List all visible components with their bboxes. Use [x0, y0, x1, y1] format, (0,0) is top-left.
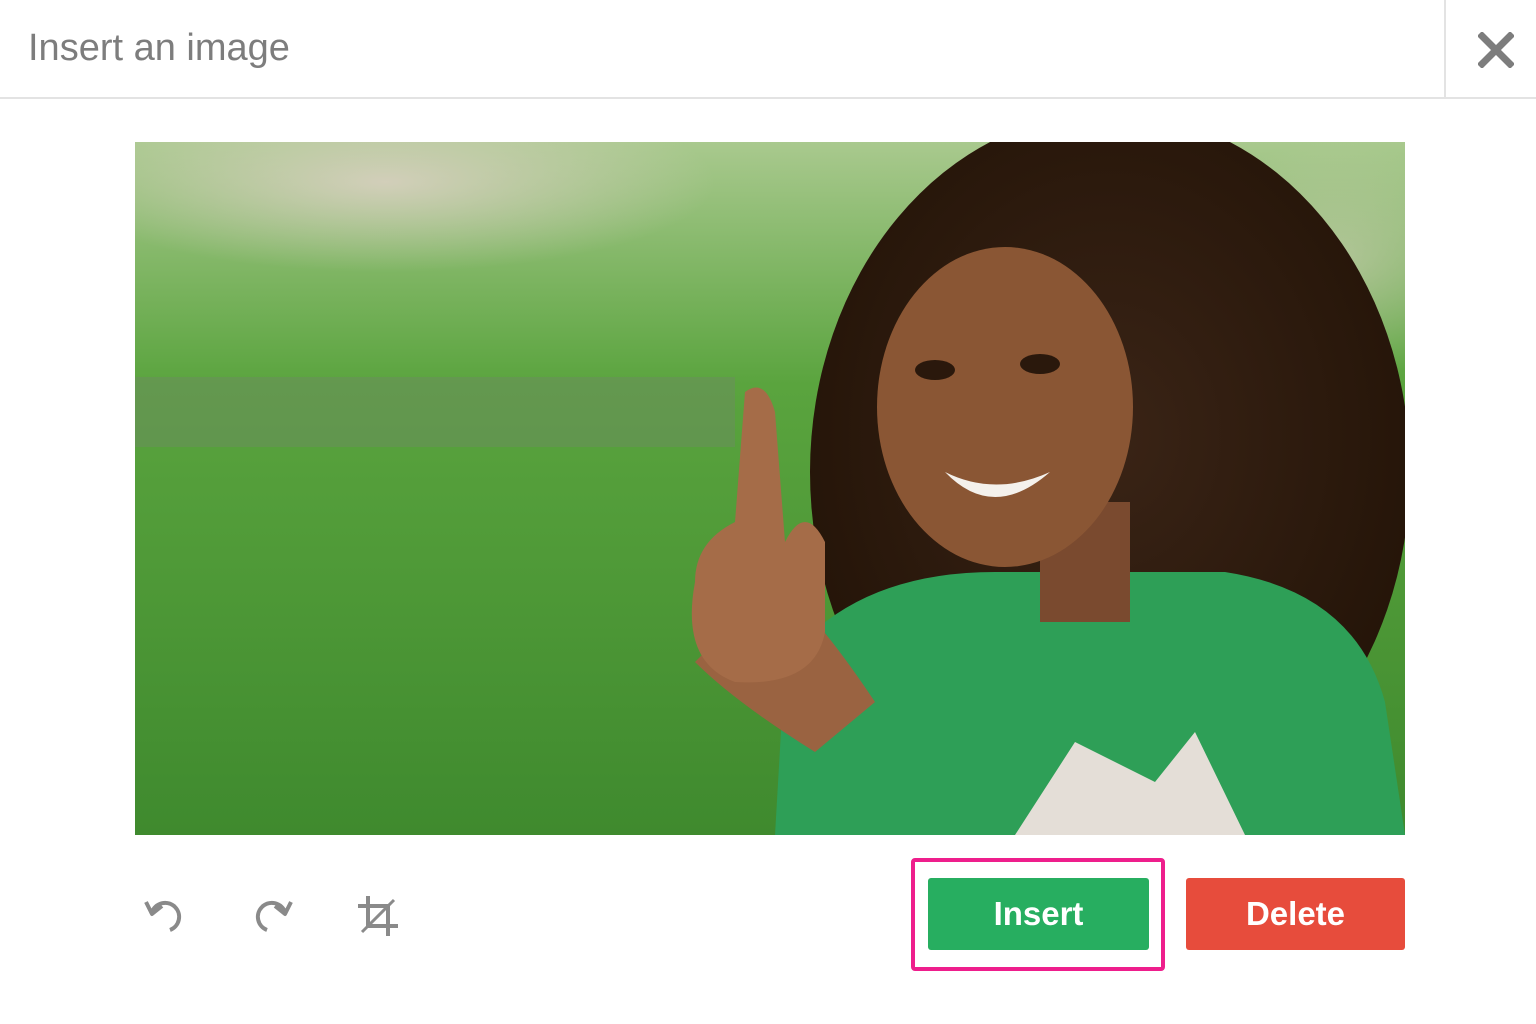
photo-eye [915, 360, 955, 380]
crop-button[interactable] [352, 890, 404, 942]
insert-image-dialog: Insert an image Insert Delete [0, 0, 1536, 1024]
delete-button[interactable]: Delete [1186, 878, 1405, 950]
undo-button[interactable] [140, 890, 192, 942]
dialog-title: Insert an image [28, 27, 290, 69]
crop-icon [358, 896, 398, 936]
photo-eye [1020, 354, 1060, 374]
photo-preview [135, 142, 1405, 835]
undo-icon [144, 900, 182, 932]
photo-face [877, 247, 1133, 567]
close-icon [1478, 32, 1514, 68]
dialog-header: Insert an image [0, 0, 1536, 99]
redo-button[interactable] [245, 890, 297, 942]
close-button[interactable] [1444, 0, 1536, 99]
photo-path [135, 377, 735, 447]
redo-icon [255, 900, 293, 932]
image-preview [135, 142, 1405, 835]
insert-button[interactable]: Insert [928, 878, 1149, 950]
